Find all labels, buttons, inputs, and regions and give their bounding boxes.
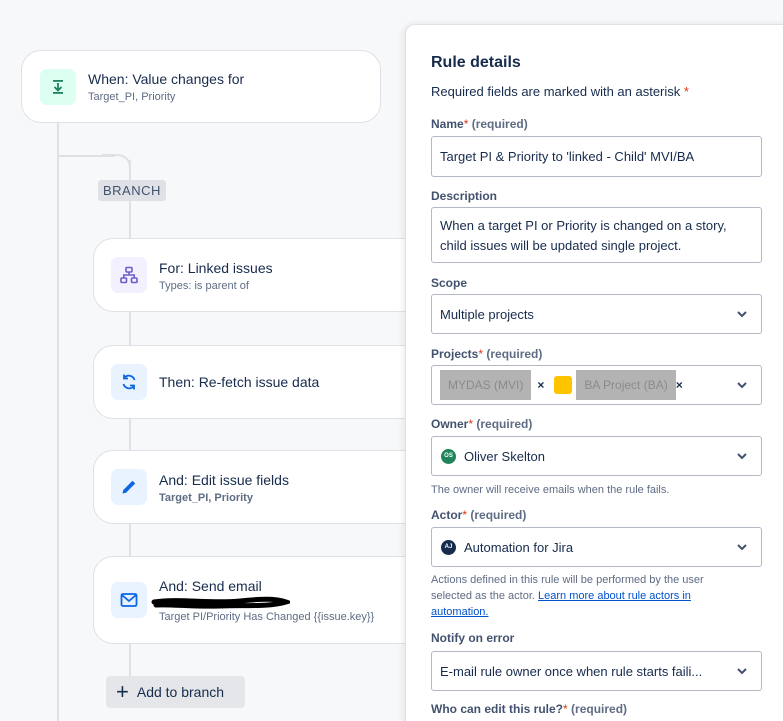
who-edit-label-text: Who can edit this rule? [431, 702, 564, 716]
projects-asterisk: * [478, 347, 484, 361]
actor-helper-line-3: automation. [431, 604, 731, 620]
actor-asterisk: * [462, 508, 468, 522]
scope-select[interactable]: Multiple projects [431, 294, 762, 334]
project-tag-mydas[interactable]: MYDAS (MVI) × [440, 370, 544, 400]
trigger-subtitle: Target_PI, Priority [88, 91, 176, 103]
plus-icon: + [116, 679, 129, 704]
owner-label: Owner* (required) [431, 417, 532, 431]
chevron-down-icon [737, 453, 747, 460]
hierarchy-icon [111, 257, 147, 293]
linked-issues-subtitle: Types: is parent of [159, 279, 249, 292]
owner-select[interactable]: OS Oliver Skelton [431, 436, 762, 476]
who-edit-label: Who can edit this rule?* (required) [431, 702, 627, 716]
panel-title: Rule details [431, 54, 521, 71]
owner-required-text: (required) [476, 417, 533, 431]
actor-label: Actor* (required) [431, 508, 526, 522]
project-tag-label: BA Project (BA) [576, 370, 676, 400]
linked-issues-title: For: Linked issues [159, 259, 273, 276]
linked-issues-card[interactable]: For: Linked issues Types: is parent of [93, 238, 433, 312]
owner-helper-text: The owner will receive emails when the r… [431, 484, 670, 496]
name-asterisk: * [463, 117, 469, 131]
actor-label-text: Actor [431, 508, 463, 522]
chevron-down-icon [737, 668, 747, 675]
edit-fields-subtitle: Target_PI, Priority [159, 491, 253, 504]
connector-line [57, 122, 59, 721]
owner-label-text: Owner [431, 417, 469, 431]
who-edit-asterisk: * [563, 702, 568, 716]
required-hint-text: Required fields are marked with an aster… [431, 84, 681, 99]
owner-value: Oliver Skelton [464, 448, 545, 464]
chevron-down-icon[interactable] [736, 381, 748, 389]
project-tag-ba[interactable]: BA Project (BA) × [554, 370, 683, 400]
name-label: Name* (required) [431, 117, 528, 131]
redaction-scribble [151, 596, 290, 609]
notify-label: Notify on error [431, 631, 515, 645]
remove-tag-icon[interactable]: × [537, 378, 544, 392]
required-asterisk: * [683, 84, 689, 99]
description-label: Description [431, 189, 498, 203]
owner-avatar: OS [441, 448, 456, 464]
actor-helper-text: Actions defined in this rule will be per… [431, 572, 731, 620]
description-textarea[interactable]: When a target PI or Priority is changed … [431, 207, 762, 263]
project-tag-label: MYDAS (MVI) [440, 370, 532, 400]
trigger-card[interactable]: When: Value changes for Target_PI, Prior… [21, 50, 381, 123]
projects-multiselect[interactable]: MYDAS (MVI) × BA Project (BA) × [431, 365, 762, 405]
scope-label: Scope [431, 276, 468, 290]
chevron-down-icon [737, 311, 747, 318]
actor-select[interactable]: AJ Automation for Jira [431, 527, 762, 567]
chevron-down-icon [737, 544, 747, 551]
add-to-branch-label: Add to branch [136, 684, 225, 700]
required-hint: Required fields are marked with an aster… [431, 84, 689, 99]
name-input[interactable]: Target PI & Priority to 'linked - Child'… [431, 136, 762, 177]
download-arrow-icon [40, 68, 76, 105]
owner-asterisk: * [468, 417, 474, 431]
scope-value: Multiple projects [440, 306, 534, 322]
name-required-text: (required) [471, 117, 528, 131]
who-edit-required-text: (required) [571, 702, 628, 716]
add-to-branch-button[interactable]: + Add to branch [106, 676, 245, 708]
actor-value: Automation for Jira [464, 539, 574, 555]
remove-tag-icon[interactable]: × [676, 378, 683, 392]
project-avatar-icon [554, 376, 573, 394]
refetch-card[interactable]: Then: Re-fetch issue data [93, 345, 433, 419]
refetch-title: Then: Re-fetch issue data [159, 374, 320, 390]
actor-helper-line-2: selected as the actor. Learn more about … [431, 588, 731, 604]
projects-label: Projects* (required) [431, 347, 542, 361]
actor-helper-line-1: Actions defined in this rule will be per… [431, 574, 704, 586]
name-label-text: Name [431, 117, 464, 131]
actor-helper-text-2: selected as the actor. [431, 590, 535, 602]
edit-fields-title: And: Edit issue fields [159, 471, 289, 488]
refresh-icon [111, 364, 147, 400]
actor-required-text: (required) [470, 508, 527, 522]
envelope-icon [111, 582, 147, 618]
projects-label-text: Projects [431, 347, 479, 361]
edit-fields-card[interactable]: And: Edit issue fields Target_PI, Priori… [93, 450, 433, 524]
rule-canvas: When: Value changes for Target_PI, Prior… [0, 0, 433, 721]
trigger-title: When: Value changes for [88, 71, 245, 87]
name-value: Target PI & Priority to 'linked - Child'… [440, 149, 695, 164]
learn-more-link-cont[interactable]: automation. [431, 606, 488, 618]
send-email-title: And: Send email [159, 578, 262, 594]
actor-avatar: AJ [441, 539, 456, 555]
learn-more-link[interactable]: Learn more about rule actors in [538, 590, 691, 602]
branch-label: BRANCH [98, 180, 166, 201]
description-line-1: When a target PI or Priority is changed … [440, 218, 727, 233]
projects-required-text: (required) [486, 347, 543, 361]
notify-select[interactable]: E-mail rule owner once when rule starts … [431, 651, 762, 691]
description-line-2: child issues will be updated single proj… [440, 238, 682, 253]
notify-value: E-mail rule owner once when rule starts … [440, 663, 703, 679]
rule-details-panel: Rule details Required fields are marked … [405, 24, 783, 721]
pencil-icon [111, 469, 147, 505]
